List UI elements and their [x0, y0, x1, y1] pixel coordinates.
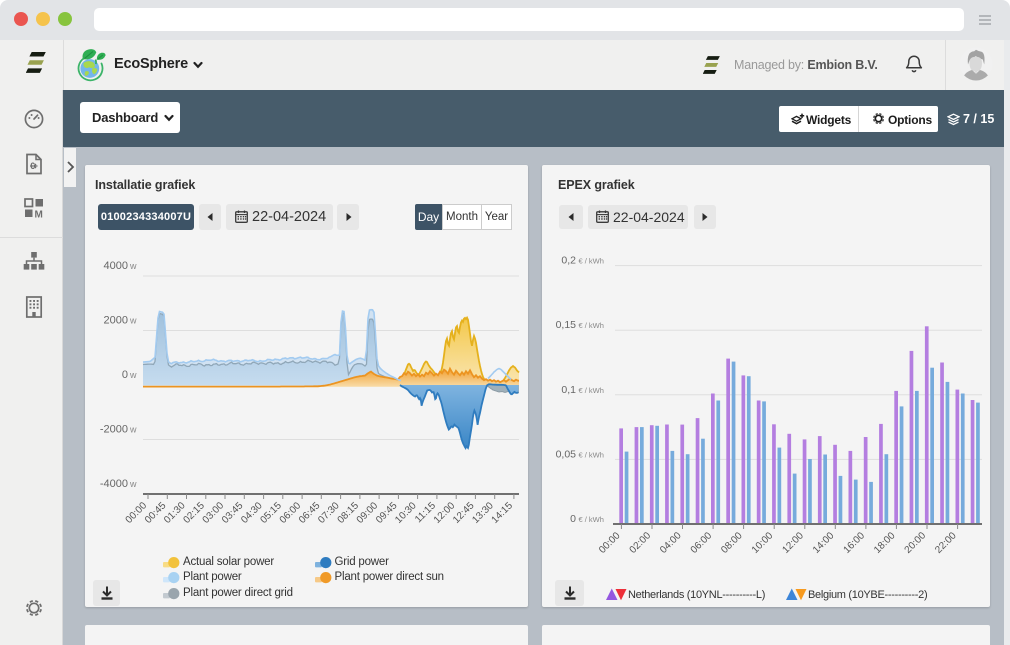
svg-text:w: w	[129, 479, 137, 489]
svg-text:€ / kWh: € / kWh	[579, 450, 604, 459]
svg-text:-4000: -4000	[100, 478, 128, 490]
svg-text:w: w	[129, 424, 137, 434]
svg-text:10:00: 10:00	[750, 530, 776, 556]
svg-text:w: w	[129, 315, 137, 325]
svg-text:12:00: 12:00	[780, 530, 806, 556]
svg-text:-2000: -2000	[100, 423, 128, 435]
svg-text:€ / kWh: € / kWh	[579, 386, 604, 395]
svg-text:2000: 2000	[104, 314, 128, 326]
svg-text:€ / kWh: € / kWh	[579, 515, 604, 524]
svg-text:14:00: 14:00	[811, 530, 837, 556]
svg-text:€ / kWh: € / kWh	[579, 257, 604, 266]
svg-text:€ / kWh: € / kWh	[579, 321, 604, 330]
svg-text:M: M	[35, 210, 43, 219]
svg-text:0,05: 0,05	[556, 448, 577, 460]
svg-text:w: w	[129, 261, 137, 271]
svg-text:08:00: 08:00	[719, 530, 745, 556]
svg-text:14:15: 14:15	[490, 500, 516, 526]
svg-text:00:00: 00:00	[597, 530, 623, 556]
svg-text:0,2: 0,2	[561, 255, 576, 267]
svg-text:06:00: 06:00	[689, 530, 715, 556]
svg-text:0: 0	[122, 369, 128, 381]
svg-text:16:00: 16:00	[842, 530, 868, 556]
svg-text:0,15: 0,15	[556, 319, 577, 331]
svg-text:20:00: 20:00	[903, 530, 929, 556]
svg-text:0: 0	[570, 513, 576, 525]
svg-text:10:30: 10:30	[393, 500, 419, 526]
svg-text:0,1: 0,1	[561, 384, 576, 396]
svg-text:18:00: 18:00	[872, 530, 898, 556]
svg-text:4000: 4000	[104, 260, 128, 272]
svg-text:02:00: 02:00	[628, 530, 654, 556]
svg-text:04:00: 04:00	[658, 530, 684, 556]
svg-text:22:00: 22:00	[933, 530, 959, 556]
svg-text:w: w	[129, 370, 137, 380]
